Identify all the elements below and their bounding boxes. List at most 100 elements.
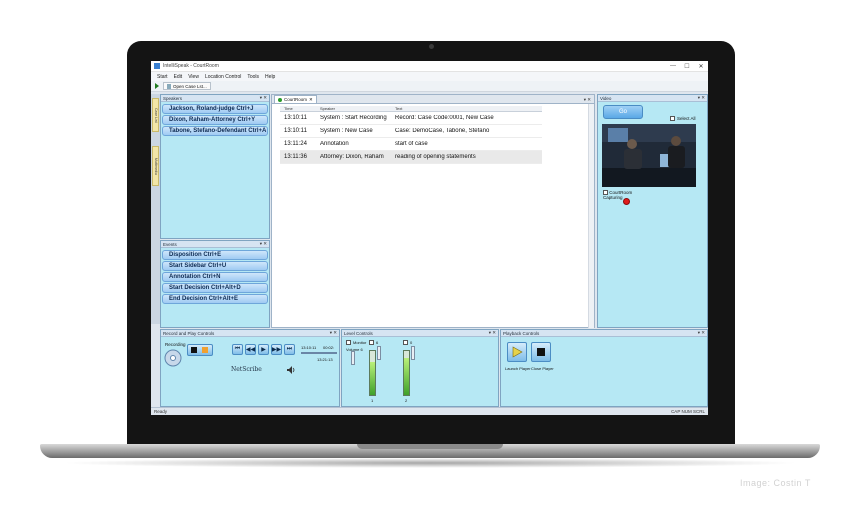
speaker-icon[interactable] (286, 365, 296, 375)
speakers-panel-controls[interactable]: ▾ ✕ (260, 95, 269, 101)
event-list: Disposition Ctrl+E Start Sidebar Ctrl+U … (162, 250, 268, 305)
level-controls-panel-controls[interactable]: ▾ ✕ (489, 330, 498, 336)
column-header-speaker[interactable]: Speaker (320, 106, 395, 111)
column-header-text[interactable]: Text (395, 106, 542, 111)
monitor-checkbox[interactable] (346, 340, 351, 345)
table-row[interactable]: 13:11:24 Annotation start of case (280, 138, 542, 151)
event-button-start-decision[interactable]: Start Decision Ctrl+Alt+D (162, 283, 268, 293)
event-button-annotation[interactable]: Annotation Ctrl+N (162, 272, 268, 282)
menu-edit[interactable]: Edit (174, 74, 183, 80)
level-controls-title: Level Controls (344, 330, 373, 336)
webcam-icon (429, 44, 434, 49)
video-panel-controls[interactable]: ▾ ✕ (698, 95, 707, 101)
channel-2-spinner[interactable] (411, 346, 415, 360)
tab-courtroom[interactable]: CourtRoom ✕ (274, 95, 317, 103)
channel-2-value: 0 (410, 340, 413, 345)
play-icon[interactable] (155, 83, 159, 89)
open-case-list-button[interactable]: Open Case Lst... (163, 82, 211, 90)
document-icon (167, 83, 171, 89)
column-header-time[interactable]: Time (280, 106, 320, 111)
app-window: IntelliSpeak - CourtRoom — ☐ ✕ Start Edi… (151, 61, 708, 415)
speaker-button-dixon[interactable]: Dixon, Raham-Attorney Ctrl+Y (162, 115, 268, 125)
courtroom-camera-image (602, 124, 696, 187)
events-panel-controls[interactable]: ▾ ✕ (260, 241, 269, 247)
cell-speaker: System : Start Recording (320, 115, 387, 121)
select-all-checkbox[interactable] (670, 116, 675, 121)
cell-time: 13:11:36 (284, 154, 307, 160)
event-button-start-sidebar[interactable]: Start Sidebar Ctrl+U (162, 261, 268, 271)
watermark: Image: Costin T (740, 478, 811, 488)
volume-spinner[interactable] (351, 351, 355, 365)
playback-controls-panel-controls[interactable]: ▾ ✕ (698, 330, 707, 336)
menu-help[interactable]: Help (265, 74, 275, 80)
fast-forward-button[interactable]: ▶▶ (271, 344, 282, 355)
status-icon (278, 97, 282, 102)
laptop-notch (357, 444, 503, 449)
open-case-list-label: Open Case Lst... (173, 83, 207, 89)
monitor-option: Monitor (346, 340, 366, 345)
close-player-icon (537, 348, 545, 356)
cell-time: 13:11:24 (284, 141, 307, 147)
status-text: Ready (154, 409, 168, 414)
event-button-disposition[interactable]: Disposition Ctrl+E (162, 250, 268, 260)
courtroom-panel-controls[interactable]: ▾ ✕ (584, 97, 594, 103)
channel-1-value: 6 (376, 340, 379, 345)
time-start: 13:10:11 (301, 345, 317, 350)
laptop-stage: Image: Costin T IntelliSpeak - CourtRoom… (0, 0, 860, 529)
playback-controls-panel: Playback Controls ▾ ✕ Launch Player Clos… (500, 329, 708, 407)
disc-icon (164, 349, 182, 367)
channel-1-control: 6 (369, 340, 378, 345)
skip-forward-button[interactable]: ⏭ (284, 344, 295, 355)
time-current: 00:02: (323, 345, 335, 350)
playback-slider[interactable] (301, 352, 337, 354)
skip-back-button[interactable]: ⏮ (232, 344, 243, 355)
launch-player-label: Launch Player (505, 366, 531, 371)
menu-location-control[interactable]: Location Control (205, 74, 241, 80)
select-all: Select All (670, 116, 696, 121)
rewind-button[interactable]: ◀◀ (245, 344, 256, 355)
tab-close-icon[interactable]: ✕ (309, 97, 313, 103)
channel-1-checkbox[interactable] (369, 340, 374, 345)
side-tab-multimedia[interactable]: Multimedia (152, 146, 159, 186)
video-panel: Video ▾ ✕ Go Select All CourtRoom Captur… (597, 94, 708, 328)
courtroom-document: CourtRoom ✕ ▾ ✕ Time Speaker Text 13:10:… (271, 94, 595, 328)
menu-start[interactable]: Start (157, 74, 168, 80)
minimize-button[interactable]: — (666, 63, 680, 69)
close-button[interactable]: ✕ (694, 63, 708, 70)
menu-tools[interactable]: Tools (247, 74, 259, 80)
level-controls-panel: Level Controls ▾ ✕ Monitor Volume 6 6 0 … (341, 329, 499, 407)
toolbar: Open Case Lst... (151, 81, 708, 92)
channel-2-checkbox[interactable] (403, 340, 408, 345)
transcript-scrollbar[interactable] (588, 104, 594, 328)
speaker-button-tabone[interactable]: Tabone, Stefano-Defendant Ctrl+A (162, 126, 268, 136)
table-row[interactable]: 13:10:11 System : New Case Case: DemoCase,… (280, 125, 542, 138)
record-play-panel-controls[interactable]: ▾ ✕ (330, 330, 339, 336)
channel-1-level (370, 362, 375, 395)
cell-text: Record: Case Code:0001, New Case (395, 115, 494, 121)
channel-1-spinner[interactable] (377, 346, 381, 360)
play-button[interactable]: ▶ (258, 344, 269, 355)
channel-2-label: 2 (405, 398, 408, 403)
transcript-table: Time Speaker Text 13:10:11 System : Start… (280, 106, 542, 164)
status-bar: Ready CAP NUM SCRL (151, 407, 708, 415)
record-play-panel-header: Record and Play Controls ▾ ✕ (161, 330, 339, 337)
table-row[interactable]: 13:11:36 Attorney: Dixon, Raham reading of… (280, 151, 542, 164)
cell-text: reading of opening statements (395, 154, 476, 160)
launch-player-button[interactable] (507, 342, 527, 362)
status-indicators: CAP NUM SCRL (671, 409, 705, 414)
close-player-button[interactable] (531, 342, 551, 362)
speaker-button-jackson[interactable]: Jackson, Roland-judge Ctrl+J (162, 104, 268, 114)
event-button-end-decision[interactable]: End Decision Ctrl+Alt+E (162, 294, 268, 304)
menu-view[interactable]: View (188, 74, 199, 80)
close-player-label: Close Player (531, 366, 554, 371)
table-row[interactable]: 13:10:11 System : Start Recording Record: … (280, 112, 542, 125)
record-play-panel: Record and Play Controls ▾ ✕ Recording ⏮… (160, 329, 340, 407)
record-button[interactable] (187, 344, 213, 356)
side-tab-case-list[interactable]: Case List (152, 98, 159, 132)
video-go-button[interactable]: Go (603, 105, 643, 119)
camera-feed (602, 124, 696, 187)
events-panel: Events ▾ ✕ Disposition Ctrl+E Start Side… (160, 240, 270, 328)
cell-time: 13:10:11 (284, 128, 307, 134)
maximize-button[interactable]: ☐ (680, 63, 694, 70)
speakers-title: Speakers (163, 95, 183, 101)
